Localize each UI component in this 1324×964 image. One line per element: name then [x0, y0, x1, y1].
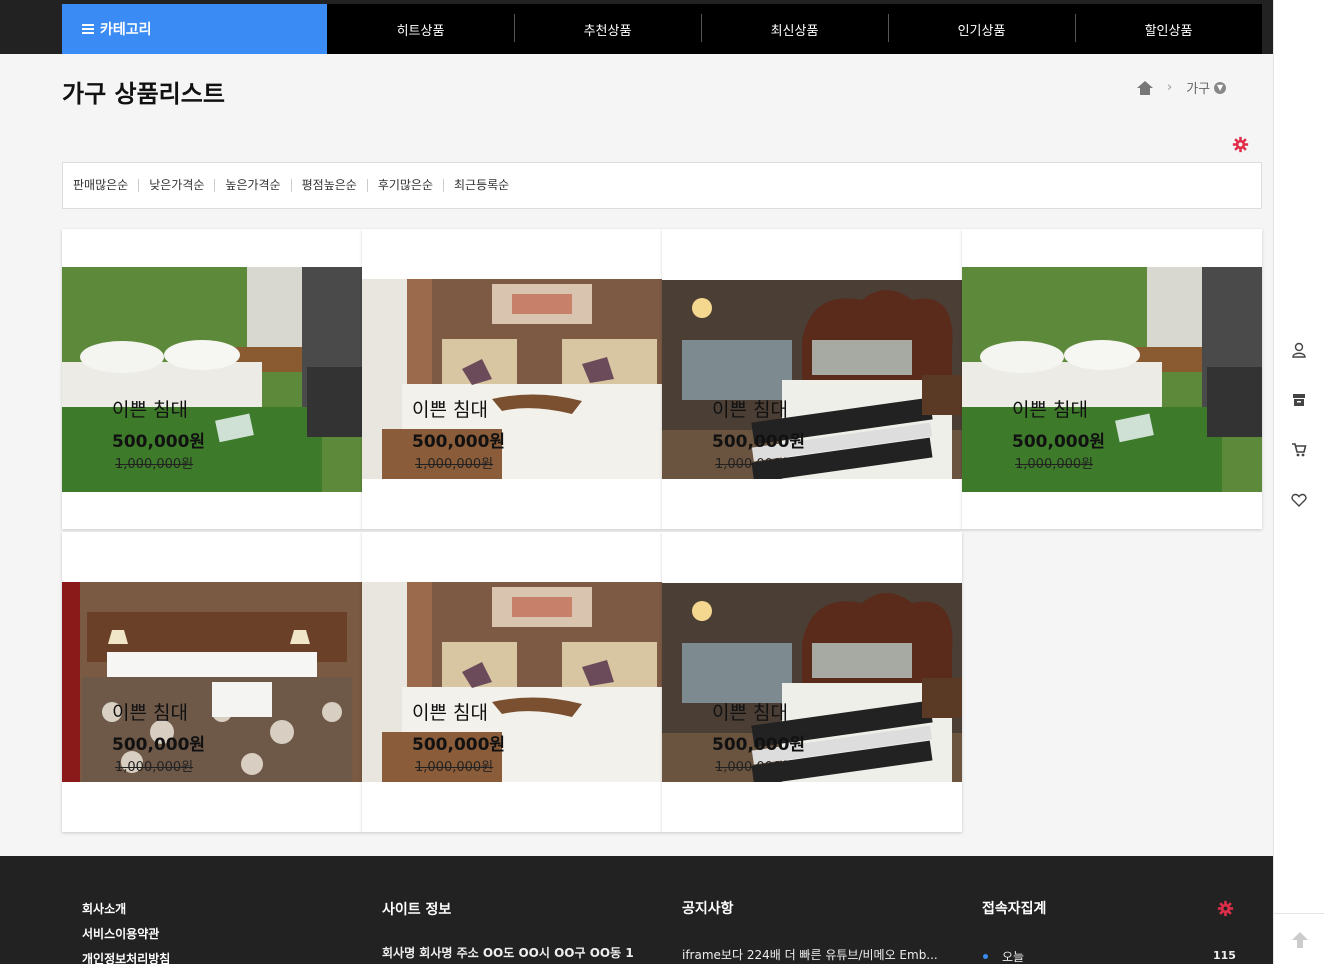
- product-price: 500,000원: [712, 735, 806, 755]
- chevron-right-icon: ›: [1167, 80, 1173, 95]
- sort-high-price[interactable]: 높은가격순: [214, 179, 290, 192]
- product-image: [662, 280, 962, 479]
- product-original-price: 1,000,000원: [715, 760, 794, 775]
- product-name[interactable]: 이쁜 침대: [412, 395, 488, 422]
- product-card[interactable]: 이쁜 침대 500,000원 1,000,000원: [962, 229, 1262, 529]
- product-original-price: 1,000,000원: [115, 760, 194, 775]
- quick-rail: [1273, 0, 1324, 964]
- page-title: 가구 상품리스트: [62, 80, 225, 108]
- nav-item-sale[interactable]: 할인상품: [1075, 13, 1262, 42]
- nav-item-new[interactable]: 최신상품: [701, 13, 888, 42]
- nav-items: 히트상품 추천상품 최신상품 인기상품 할인상품: [327, 4, 1262, 54]
- product-price: 500,000원: [712, 432, 806, 452]
- product-original-price: 1,000,000원: [715, 457, 794, 472]
- hamburger-icon: [82, 24, 94, 34]
- product-price: 500,000원: [1012, 432, 1106, 452]
- footer: 회사소개 서비스이용약관 개인정보처리방침 사이트 정보 회사명 회사명 주소 …: [0, 856, 1273, 964]
- product-price: 500,000원: [112, 735, 206, 755]
- visitors-today-count: 115: [1213, 949, 1236, 962]
- product-image: [662, 583, 962, 782]
- nav-item-hit[interactable]: 히트상품: [327, 20, 514, 39]
- site-info-text: 회사명 회사명 주소 OO도 OO시 OO구 OO동 1: [382, 946, 634, 960]
- product-price: 500,000원: [412, 735, 506, 755]
- cart-icon[interactable]: [1290, 441, 1308, 459]
- top-bar: 카테고리 히트상품 추천상품 최신상품 인기상품 할인상품: [0, 0, 1273, 54]
- sort-high-rating[interactable]: 평점높은순: [290, 179, 367, 192]
- product-original-price: 1,000,000원: [115, 457, 194, 472]
- visitors-gear-icon[interactable]: [1217, 900, 1234, 922]
- breadcrumb-current-label: 가구: [1186, 82, 1211, 97]
- bullet-icon: [983, 954, 988, 959]
- product-name[interactable]: 이쁜 침대: [112, 395, 188, 422]
- footer-link-privacy[interactable]: 개인정보처리방침: [82, 950, 170, 964]
- chevron-down-icon: ▼: [1214, 81, 1227, 94]
- arrow-up-icon[interactable]: [1290, 930, 1310, 952]
- settings-gear-icon[interactable]: [1232, 136, 1249, 153]
- product-image: [962, 267, 1262, 492]
- product-image: [362, 279, 662, 479]
- footer-link-terms[interactable]: 서비스이용약관: [82, 925, 170, 942]
- category-label: 카테고리: [100, 22, 152, 38]
- footer-links: 회사소개 서비스이용약관 개인정보처리방침: [82, 900, 170, 964]
- product-card[interactable]: 이쁜 침대 500,000원 1,000,000원: [62, 229, 362, 529]
- heart-icon[interactable]: [1290, 491, 1308, 509]
- product-name[interactable]: 이쁜 침대: [712, 698, 788, 725]
- main-nav: 카테고리 히트상품 추천상품 최신상품 인기상품 할인상품: [62, 4, 1262, 54]
- site-info-title: 사이트 정보: [382, 902, 452, 918]
- home-icon[interactable]: [1137, 80, 1153, 95]
- user-icon[interactable]: [1290, 341, 1308, 359]
- product-original-price: 1,000,000원: [415, 760, 494, 775]
- product-original-price: 1,000,000원: [1015, 457, 1094, 472]
- product-price: 500,000원: [412, 432, 506, 452]
- sort-recent[interactable]: 최근등록순: [443, 179, 519, 192]
- notice-item[interactable]: iframe보다 224배 더 빠른 유튜브/비메오 Emb...: [682, 946, 938, 963]
- visitors-title: 접속자집계: [982, 901, 1047, 917]
- nav-item-recommend[interactable]: 추천상품: [514, 13, 701, 42]
- product-card[interactable]: 이쁜 침대 500,000원 1,000,000원: [662, 532, 962, 832]
- notice-title[interactable]: 공지사항: [682, 898, 734, 918]
- breadcrumb: › 가구 ▼: [1137, 78, 1227, 97]
- product-image: [62, 582, 362, 782]
- footer-link-about[interactable]: 회사소개: [82, 900, 170, 917]
- category-menu-button[interactable]: 카테고리: [62, 4, 327, 54]
- product-image: [362, 582, 662, 782]
- product-name[interactable]: 이쁜 침대: [712, 395, 788, 422]
- product-name[interactable]: 이쁜 침대: [112, 698, 188, 725]
- product-card[interactable]: 이쁜 침대 500,000원 1,000,000원: [62, 532, 362, 832]
- product-card[interactable]: 이쁜 침대 500,000원 1,000,000원: [662, 229, 962, 529]
- breadcrumb-current[interactable]: 가구 ▼: [1186, 78, 1227, 97]
- visitors-today-label: 오늘: [1002, 950, 1025, 964]
- product-original-price: 1,000,000원: [415, 457, 494, 472]
- sort-low-price[interactable]: 낮은가격순: [138, 179, 214, 192]
- nav-item-popular[interactable]: 인기상품: [888, 13, 1075, 42]
- product-name[interactable]: 이쁜 침대: [412, 698, 488, 725]
- product-card[interactable]: 이쁜 침대 500,000원 1,000,000원: [362, 532, 662, 832]
- sort-best-selling[interactable]: 판매많은순: [73, 179, 138, 192]
- sort-most-reviews[interactable]: 후기많은순: [366, 179, 443, 192]
- archive-icon[interactable]: [1290, 391, 1308, 409]
- product-card[interactable]: 이쁜 침대 500,000원 1,000,000원: [362, 229, 662, 529]
- product-name[interactable]: 이쁜 침대: [1012, 395, 1088, 422]
- rail-divider: [1274, 913, 1324, 914]
- product-price: 500,000원: [112, 432, 206, 452]
- product-image: [62, 267, 362, 492]
- sort-bar: 판매많은순 낮은가격순 높은가격순 평점높은순 후기많은순 최근등록순: [62, 162, 1262, 209]
